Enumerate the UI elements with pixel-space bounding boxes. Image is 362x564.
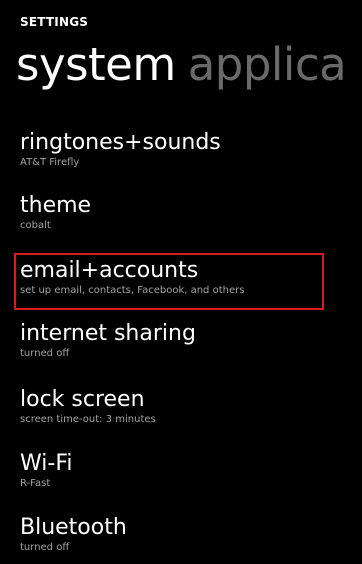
highlight-box <box>14 253 324 310</box>
item-subtitle: turned off <box>20 348 70 359</box>
pivot-item-applications[interactable]: applica <box>188 38 347 91</box>
pivot-header: system applica <box>16 37 347 93</box>
settings-item-wifi[interactable]: Wi-Fi R-Fast <box>20 451 320 490</box>
item-title: internet sharing <box>20 321 196 346</box>
item-title: theme <box>20 193 92 218</box>
settings-item-theme[interactable]: theme cobalt <box>20 193 320 232</box>
pivot-item-system[interactable]: system <box>16 38 176 91</box>
item-title: lock screen <box>20 387 145 412</box>
item-title: Bluetooth <box>20 515 127 540</box>
settings-item-lock-screen[interactable]: lock screen screen time-out: 3 minutes <box>20 387 320 426</box>
app-title: SETTINGS <box>20 15 89 29</box>
item-subtitle: R-Fast <box>20 478 51 489</box>
item-subtitle: screen time-out: 3 minutes <box>20 414 156 425</box>
item-subtitle: AT&T Firefly <box>20 157 80 168</box>
item-subtitle: cobalt <box>20 220 51 231</box>
settings-item-ringtones-sounds[interactable]: ringtones+sounds AT&T Firefly <box>20 130 320 169</box>
item-subtitle: turned off <box>20 542 70 553</box>
settings-screen: SETTINGS system applica ringtones+sounds … <box>0 0 362 564</box>
settings-item-bluetooth[interactable]: Bluetooth turned off <box>20 515 320 554</box>
settings-item-internet-sharing[interactable]: internet sharing turned off <box>20 321 320 360</box>
item-title: Wi-Fi <box>20 451 73 476</box>
item-title: ringtones+sounds <box>20 130 221 155</box>
